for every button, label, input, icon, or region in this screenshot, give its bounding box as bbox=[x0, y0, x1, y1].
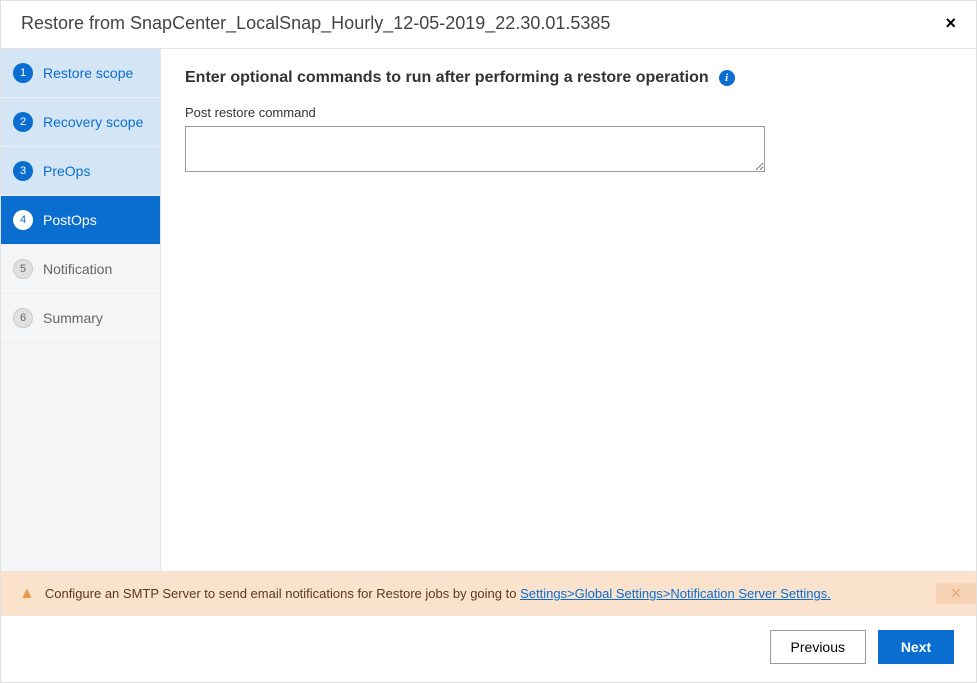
wizard-sidebar: 1 Restore scope 2 Recovery scope 3 PreOp… bbox=[1, 49, 161, 571]
warning-icon: ▲ bbox=[19, 585, 35, 603]
step-number: 6 bbox=[13, 308, 33, 328]
step-label: Summary bbox=[43, 310, 103, 326]
next-button[interactable]: Next bbox=[878, 630, 954, 664]
step-label: Notification bbox=[43, 261, 112, 277]
dialog-footer: Previous Next bbox=[1, 616, 976, 682]
step-label: PreOps bbox=[43, 163, 90, 179]
step-number: 2 bbox=[13, 112, 33, 132]
step-postops[interactable]: 4 PostOps bbox=[1, 196, 160, 245]
close-icon[interactable]: × bbox=[941, 13, 960, 34]
dialog-body: 1 Restore scope 2 Recovery scope 3 PreOp… bbox=[1, 49, 976, 571]
info-icon[interactable]: i bbox=[719, 70, 735, 86]
post-restore-command-input[interactable] bbox=[185, 126, 765, 172]
step-number: 4 bbox=[13, 210, 33, 230]
restore-dialog: Restore from SnapCenter_LocalSnap_Hourly… bbox=[0, 0, 977, 683]
notification-close-icon[interactable]: × bbox=[936, 583, 976, 604]
dialog-header: Restore from SnapCenter_LocalSnap_Hourly… bbox=[1, 1, 976, 49]
content-heading: Enter optional commands to run after per… bbox=[185, 69, 709, 87]
notification-message: Configure an SMTP Server to send email n… bbox=[45, 586, 520, 601]
notification-text: Configure an SMTP Server to send email n… bbox=[45, 586, 936, 601]
step-label: PostOps bbox=[43, 212, 97, 228]
step-label: Restore scope bbox=[43, 65, 133, 81]
step-number: 1 bbox=[13, 63, 33, 83]
step-restore-scope[interactable]: 1 Restore scope bbox=[1, 49, 160, 98]
step-preops[interactable]: 3 PreOps bbox=[1, 147, 160, 196]
step-number: 3 bbox=[13, 161, 33, 181]
dialog-title: Restore from SnapCenter_LocalSnap_Hourly… bbox=[21, 13, 610, 34]
post-restore-command-label: Post restore command bbox=[185, 105, 952, 120]
notification-banner: ▲ Configure an SMTP Server to send email… bbox=[1, 571, 976, 616]
notification-link[interactable]: Settings>Global Settings>Notification Se… bbox=[520, 586, 831, 601]
step-notification[interactable]: 5 Notification bbox=[1, 245, 160, 294]
content-heading-row: Enter optional commands to run after per… bbox=[185, 69, 735, 87]
previous-button[interactable]: Previous bbox=[770, 630, 866, 664]
step-number: 5 bbox=[13, 259, 33, 279]
step-recovery-scope[interactable]: 2 Recovery scope bbox=[1, 98, 160, 147]
wizard-content: Enter optional commands to run after per… bbox=[161, 49, 976, 571]
step-label: Recovery scope bbox=[43, 114, 143, 130]
step-summary[interactable]: 6 Summary bbox=[1, 294, 160, 343]
